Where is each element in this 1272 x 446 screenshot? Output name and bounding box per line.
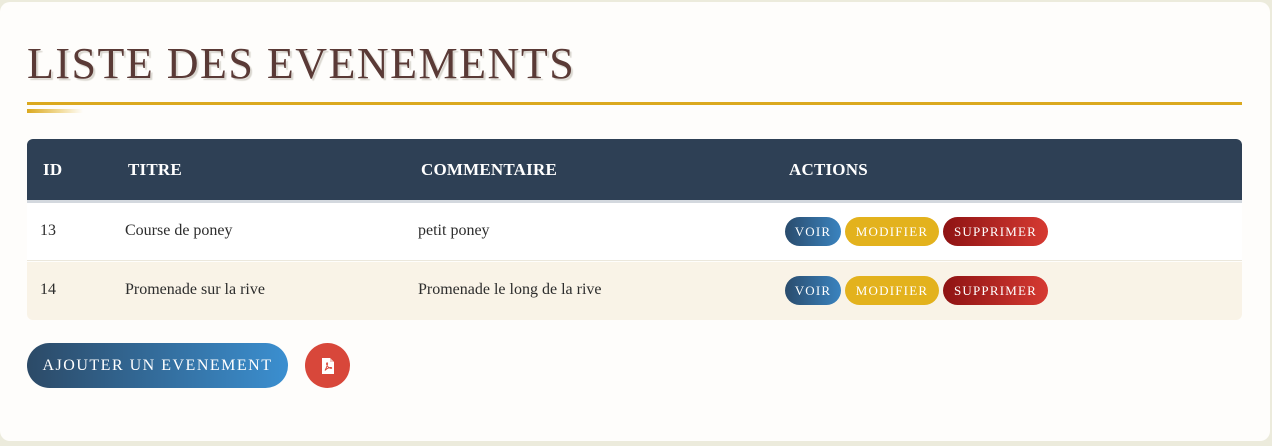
view-button[interactable]: VOIR	[785, 217, 841, 246]
cell-titre: Course de poney	[125, 222, 233, 239]
add-event-button[interactable]: AJOUTER UN EVENEMENT	[27, 343, 288, 388]
edit-button[interactable]: MODIFIER	[845, 217, 939, 246]
header-commentaire: COMMENTAIRE	[421, 160, 557, 179]
export-pdf-button[interactable]	[305, 343, 350, 388]
events-table: ID TITRE COMMENTAIRE ACTIONS 13 Course d…	[27, 139, 1242, 320]
header-actions: ACTIONS	[789, 160, 868, 179]
delete-button[interactable]: SUPPRIMER	[943, 217, 1048, 246]
table-header: ID TITRE COMMENTAIRE ACTIONS	[27, 139, 1242, 203]
cell-titre: Promenade sur la rive	[125, 281, 265, 298]
page-title: LISTE DES EVENEMENTS	[27, 39, 576, 88]
delete-button[interactable]: SUPPRIMER	[943, 276, 1048, 305]
events-card: LISTE DES EVENEMENTS ID TITRE COMMENTAIR…	[0, 2, 1270, 441]
table-row: 14 Promenade sur la rive Promenade le lo…	[27, 262, 1242, 320]
header-titre: TITRE	[128, 160, 182, 179]
cell-id: 14	[40, 281, 56, 298]
title-divider	[27, 102, 1242, 105]
header-id: ID	[43, 160, 63, 179]
edit-button[interactable]: MODIFIER	[845, 276, 939, 305]
cell-commentaire: petit poney	[418, 222, 490, 239]
file-pdf-icon	[321, 357, 334, 374]
cell-id: 13	[40, 222, 56, 239]
cell-commentaire: Promenade le long de la rive	[418, 281, 602, 298]
table-row: 13 Course de poney petit poney VOIR MODI…	[27, 203, 1242, 261]
view-button[interactable]: VOIR	[785, 276, 841, 305]
title-accent-bar	[27, 109, 83, 113]
